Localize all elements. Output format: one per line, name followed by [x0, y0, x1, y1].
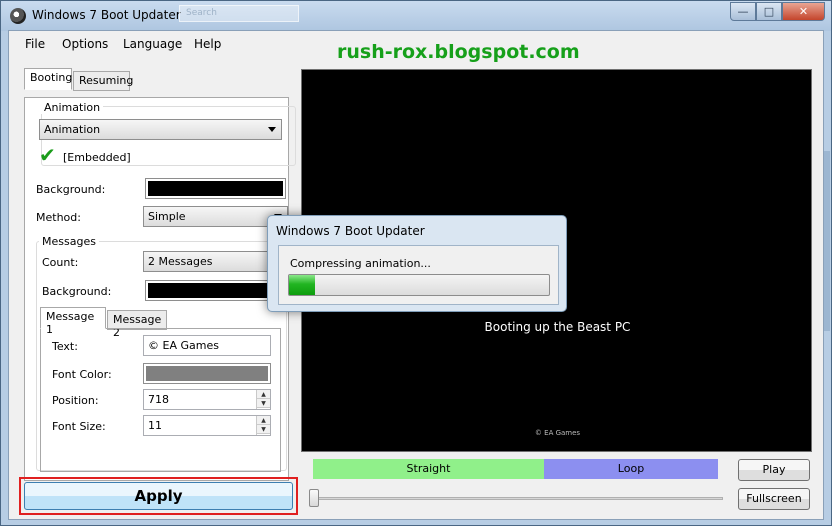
font-color-picker[interactable]	[143, 363, 271, 384]
spin-down-icon[interactable]: ▼	[257, 399, 270, 408]
window-title: Windows 7 Boot Updater	[32, 8, 181, 22]
timeline-slider-track[interactable]	[313, 497, 723, 500]
close-button[interactable]: ✕	[782, 2, 825, 21]
animation-select[interactable]: Animation	[39, 119, 282, 140]
font-size-label: Font Size:	[52, 420, 106, 433]
spin-up-icon[interactable]: ▲	[257, 416, 270, 425]
title-bar[interactable]: Windows 7 Boot Updater Search — □ ✕	[1, 1, 831, 31]
font-size-value: 11	[148, 419, 162, 432]
tab-booting[interactable]: Booting	[24, 68, 72, 90]
message-text-input[interactable]: © EA Games	[143, 335, 271, 356]
messages-background-swatch	[148, 283, 283, 298]
menu-options[interactable]: Options	[62, 37, 108, 51]
timeline-loop-segment[interactable]: Loop	[544, 459, 718, 479]
message-count-value: 2 Messages	[148, 255, 213, 268]
method-label: Method:	[36, 211, 81, 224]
count-label: Count:	[42, 256, 79, 269]
tab-message-1[interactable]: Message 1	[40, 307, 106, 336]
position-stepper[interactable]: 718 ▲ ▼	[143, 389, 271, 410]
font-size-spin[interactable]: ▲ ▼	[256, 416, 270, 435]
minimize-button[interactable]: —	[730, 2, 756, 21]
main-client-area: File Options Language Help rush-rox.blog…	[8, 30, 824, 520]
dialog-message: Compressing animation...	[290, 257, 431, 270]
fullscreen-button[interactable]: Fullscreen	[738, 488, 810, 510]
font-color-swatch	[146, 366, 268, 381]
progress-dialog: Windows 7 Boot Updater Compressing anima…	[267, 215, 567, 312]
play-button[interactable]: Play	[738, 459, 810, 481]
preview-copyright: © EA Games	[534, 429, 581, 437]
messages-background-label: Background:	[42, 285, 112, 298]
preview-boot-text: Booting up the Beast PC	[484, 320, 631, 334]
spin-down-icon[interactable]: ▼	[257, 425, 270, 434]
menu-file[interactable]: File	[25, 37, 45, 51]
chevron-down-icon	[268, 127, 276, 132]
timeline-slider-thumb[interactable]	[309, 489, 319, 507]
site-watermark: rush-rox.blogspot.com	[337, 41, 580, 63]
spin-up-icon[interactable]: ▲	[257, 390, 270, 399]
window-controls: — □ ✕	[730, 2, 825, 21]
font-color-label: Font Color:	[52, 368, 112, 381]
timeline-straight-segment[interactable]: Straight	[313, 459, 544, 479]
close-icon: ✕	[798, 5, 809, 18]
background-search-box: Search	[179, 5, 299, 22]
progress-bar	[288, 274, 550, 296]
dialog-title: Windows 7 Boot Updater	[276, 224, 425, 238]
position-spin[interactable]: ▲ ▼	[256, 390, 270, 409]
menu-help[interactable]: Help	[194, 37, 221, 51]
app-window: Windows 7 Boot Updater Search — □ ✕ File…	[0, 0, 832, 526]
background-color-picker[interactable]	[145, 178, 286, 199]
minimize-icon: —	[737, 5, 749, 18]
messages-background-color-picker[interactable]	[145, 280, 286, 301]
checkmark-icon: ✔	[39, 143, 56, 167]
method-select-value: Simple	[148, 210, 186, 223]
animation-select-value: Animation	[44, 123, 101, 136]
messages-group-label: Messages	[39, 235, 99, 248]
menu-language[interactable]: Language	[123, 37, 182, 51]
background-scrollbar	[824, 151, 830, 331]
background-label: Background:	[36, 183, 106, 196]
font-size-stepper[interactable]: 11 ▲ ▼	[143, 415, 271, 436]
text-label: Text:	[52, 340, 78, 353]
animation-group-label: Animation	[41, 101, 104, 114]
booting-panel: Animation Animation ✔ [Embedded] Backgro…	[24, 97, 296, 481]
app-icon	[10, 8, 26, 24]
background-color-swatch	[148, 181, 283, 196]
maximize-button[interactable]: □	[756, 2, 782, 21]
animation-source: [Embedded]	[63, 151, 131, 164]
position-value: 718	[148, 393, 169, 406]
apply-button[interactable]: Apply	[24, 482, 293, 510]
tab-message-2[interactable]: Message 2	[107, 310, 167, 339]
apply-highlight-frame: Apply	[19, 477, 298, 515]
maximize-icon: □	[763, 5, 775, 18]
tab-resuming[interactable]: Resuming	[73, 71, 133, 91]
progress-bar-fill	[289, 275, 315, 295]
dialog-body: Compressing animation...	[278, 245, 559, 305]
position-label: Position:	[52, 394, 99, 407]
